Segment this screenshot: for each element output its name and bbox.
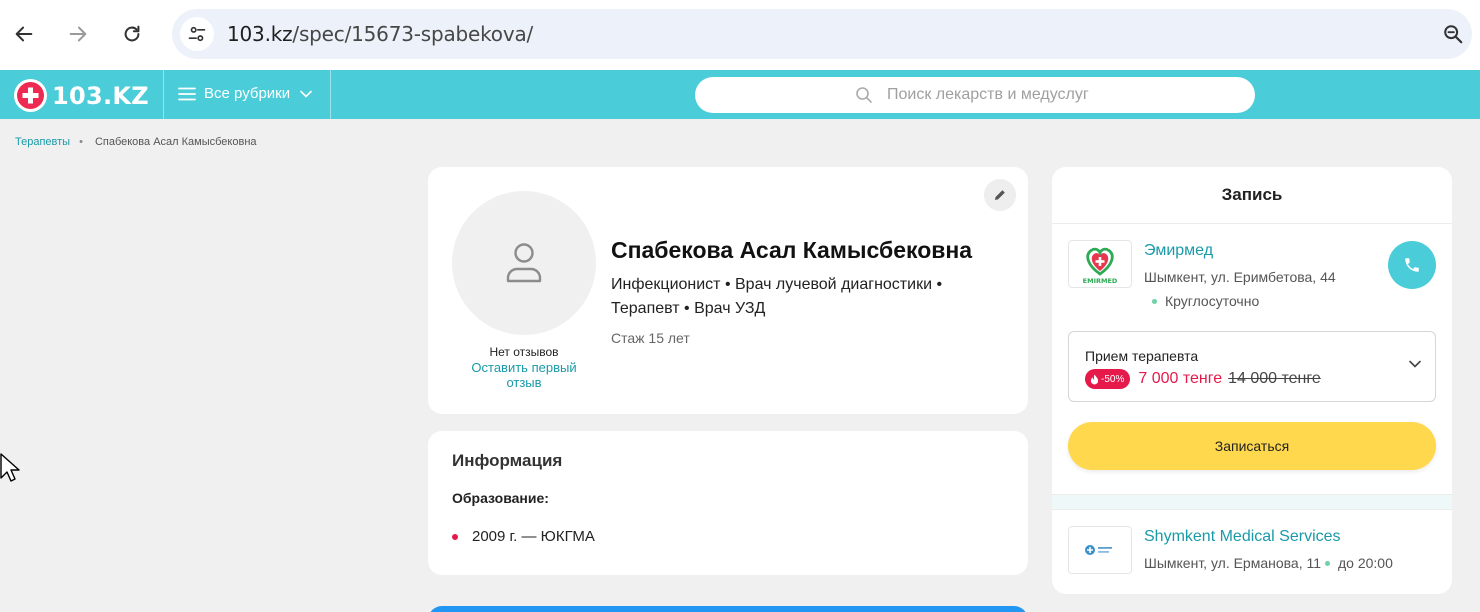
next-card-edge [428, 606, 1028, 612]
divider [1052, 509, 1452, 510]
forward-button[interactable] [61, 17, 95, 51]
divider [1052, 223, 1452, 224]
booking-card: Запись EMIRMED Эмирмед Шымкент, ул. Ерим… [1052, 167, 1452, 594]
chevron-down-icon [300, 90, 312, 98]
breadcrumb-current: Спабекова Асал Камысбековна [94, 136, 257, 148]
clinic-name-link[interactable]: Shymkent Medical Services [1144, 528, 1341, 546]
logo-text: 103.KZ [52, 81, 150, 110]
clinic-name-link[interactable]: Эмирмед [1144, 242, 1213, 260]
education-label: Образование: [452, 490, 549, 506]
search-input[interactable]: Поиск лекарств и медуслуг [695, 77, 1255, 113]
pencil-icon [995, 190, 1005, 200]
specialties-line: Терапевт • Врач УЗД [611, 300, 766, 317]
site-settings-button[interactable] [180, 17, 214, 51]
doctor-specialties: Инфекционист • Врач лучевой диагностики … [611, 273, 1011, 321]
bullet-dot [452, 533, 458, 540]
address-bar[interactable]: 103.kz/spec/15673-spabekova/ [172, 9, 1472, 59]
chevron-down-icon [1409, 360, 1421, 368]
avatar [452, 191, 596, 335]
arrow-right-icon [69, 26, 87, 42]
info-card: Информация Образование: 2009 г. — ЮКГМА [428, 431, 1028, 575]
header-divider [330, 70, 331, 119]
call-button[interactable] [1388, 241, 1436, 289]
edit-button[interactable] [984, 179, 1016, 211]
price-old: 14 000 тенге [1228, 370, 1321, 387]
price-row: -50% 7 000 тенге 14 000 тенге [1085, 369, 1321, 389]
rubrics-label: Все рубрики [204, 85, 291, 102]
specialties-line: Инфекционист • Врач лучевой диагностики … [611, 276, 943, 293]
clinic-logo[interactable] [1068, 526, 1132, 574]
clinic-address: Шымкент, ул. Ерманова, 11 [1144, 555, 1322, 571]
info-title: Информация [452, 451, 563, 470]
doctor-experience: Стаж 15 лет [611, 330, 690, 346]
medical-cross-icon [14, 79, 47, 112]
fire-icon [1090, 374, 1099, 384]
service-name: Прием терапевта [1085, 348, 1199, 364]
status-dot [1325, 560, 1330, 566]
doctor-profile-card: Нет отзывов Оставить первый отзыв Спабек… [428, 167, 1028, 414]
mouse-cursor-icon [0, 453, 20, 482]
url-domain: 103.kz [227, 22, 293, 46]
hamburger-icon [178, 87, 196, 100]
section-separator [1052, 495, 1452, 509]
discount-text: -50% [1101, 373, 1125, 385]
search-placeholder: Поиск лекарств и медуслуг [887, 86, 1089, 103]
price-new: 7 000 тенге [1138, 370, 1223, 387]
rubrics-menu[interactable]: Все рубрики [178, 85, 312, 102]
clinic-logo[interactable]: EMIRMED [1068, 240, 1132, 288]
url-text[interactable]: 103.kz/spec/15673-spabekova/ [227, 22, 533, 46]
book-appointment-button[interactable]: Записаться [1068, 422, 1436, 470]
reload-icon [124, 25, 140, 42]
tune-icon [188, 26, 206, 42]
clinic-hours: до 20:00 [1325, 555, 1393, 571]
search-icon [856, 87, 872, 103]
url-path: /spec/15673-spabekova/ [292, 22, 534, 46]
zoom-button[interactable] [1436, 17, 1470, 51]
list-item: 2009 г. — ЮКГМА [452, 528, 595, 545]
discount-badge: -50% [1085, 369, 1131, 389]
clinic-logo-text: EMIRMED [1083, 277, 1118, 285]
service-select[interactable]: Прием терапевта -50% 7 000 тенге 14 000 … [1068, 331, 1436, 402]
back-button[interactable] [7, 17, 41, 51]
phone-icon [1405, 258, 1419, 272]
clinic-address: Шымкент, ул. Еримбетова, 44 [1144, 269, 1336, 285]
status-dot [1152, 298, 1157, 304]
clinic-hours-text: Круглосуточно [1165, 293, 1260, 309]
user-icon [506, 243, 542, 283]
breadcrumb-separator: • [79, 136, 83, 148]
site-header: 103.KZ Все рубрики Поиск лекарств и меду… [0, 70, 1480, 119]
breadcrumb-link-therapists[interactable]: Терапевты [15, 136, 70, 148]
arrow-left-icon [15, 26, 33, 42]
doctor-name: Спабекова Асал Камысбековна [611, 237, 973, 263]
clinic-hours: Круглосуточно [1152, 293, 1259, 309]
leave-first-review-link[interactable]: Оставить первый отзыв [464, 360, 584, 390]
zoom-icon [1444, 25, 1463, 44]
education-entry: 2009 г. — ЮКГМА [472, 528, 595, 545]
header-divider [163, 70, 164, 119]
browser-toolbar: 103.kz/spec/15673-spabekova/ [0, 0, 1480, 70]
booking-title: Запись [1221, 185, 1283, 204]
site-logo[interactable]: 103.KZ [14, 79, 149, 112]
reviews-status: Нет отзывов [489, 345, 559, 359]
reload-button[interactable] [115, 17, 149, 51]
clinic-hours-text: до 20:00 [1338, 555, 1393, 571]
breadcrumb: Терапевты • Спабекова Асал Камысбековна [15, 136, 257, 148]
